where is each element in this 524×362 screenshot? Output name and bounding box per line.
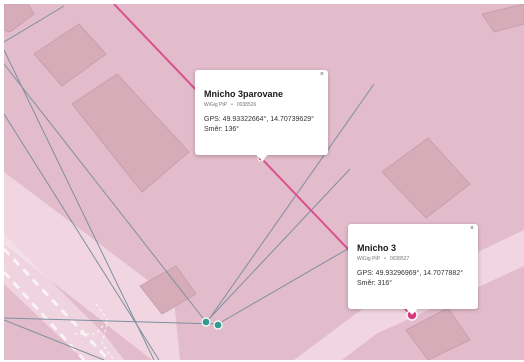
popup-title: Mnicho 3parovane [204, 89, 284, 99]
direction-value: Směr: 316° [357, 280, 393, 287]
meta-separator: • [384, 256, 386, 262]
device-popup: × Mnicho 3parovane WiGig PtP • 0038526 GPS… [195, 70, 328, 161]
building [4, 4, 35, 33]
meta-separator: • [231, 102, 233, 108]
gps-coordinates: GPS: 49.93296969°, 14.7077882° [357, 270, 464, 277]
map-view[interactable]: × Mnicho 3parovane WiGig PtP • 0038526 GPS… [4, 4, 524, 360]
device-popup: × Mnicho 3 WiGig PtP • 0038527 GPS: 49.932… [348, 224, 478, 315]
device-marker[interactable] [201, 317, 211, 327]
building [381, 137, 471, 219]
building [481, 4, 524, 33]
network-type: WiGig PtP [204, 102, 228, 108]
device-id: 0038526 [236, 102, 257, 108]
popup-meta: WiGig PtP • 0038527 [357, 256, 478, 262]
building [33, 23, 107, 87]
device-marker[interactable] [213, 320, 223, 330]
popup-title: Mnicho 3 [357, 243, 397, 253]
network-type: WiGig PtP [357, 256, 381, 262]
device-id: 0038527 [389, 256, 410, 262]
direction-value: Směr: 136° [204, 126, 240, 133]
gps-coordinates: GPS: 49.93322664°, 14.70739629° [204, 116, 314, 123]
popup-meta: WiGig PtP • 0038526 [204, 102, 328, 108]
building [71, 73, 190, 193]
